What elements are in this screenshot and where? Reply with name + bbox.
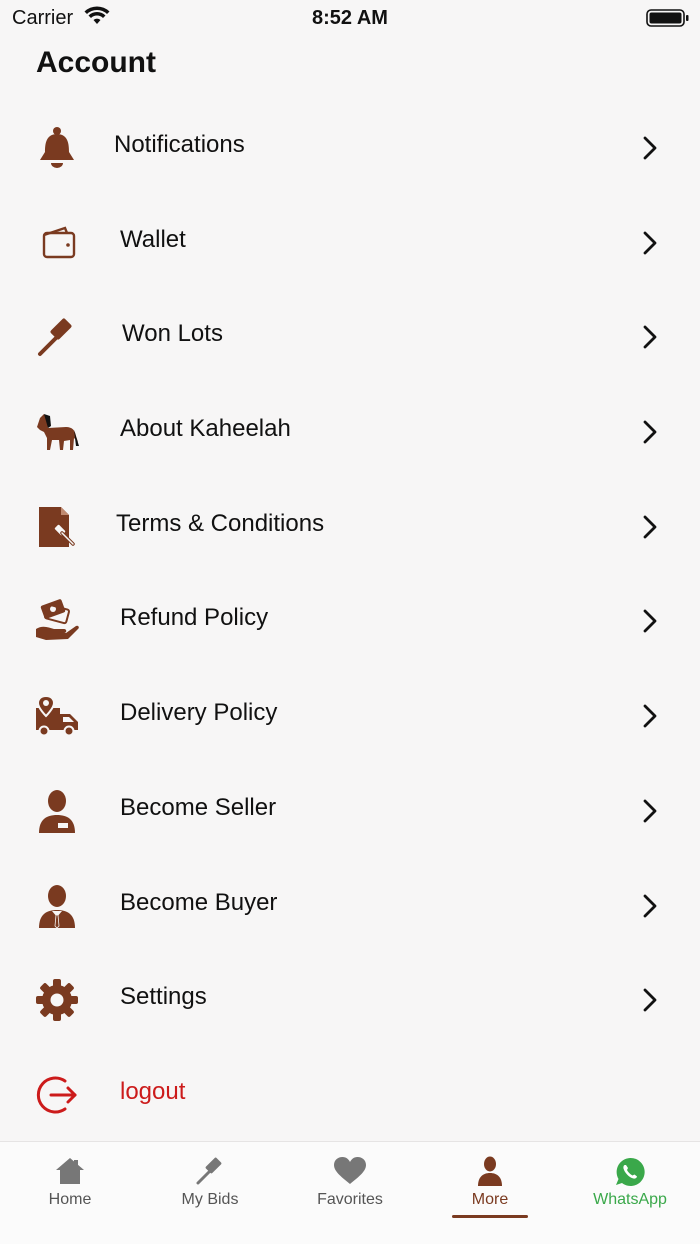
gear-icon <box>34 978 80 1022</box>
menu-item-won-lots[interactable]: Won Lots <box>0 289 700 384</box>
menu-item-refund[interactable]: Refund Policy <box>0 573 700 668</box>
tab-more[interactable]: More <box>420 1142 560 1232</box>
menu-item-label: Delivery Policy <box>120 699 278 727</box>
menu-item-become-seller[interactable]: Become Seller <box>0 763 700 858</box>
menu-item-label: Become Buyer <box>120 888 278 916</box>
menu-item-become-buyer[interactable]: Become Buyer <box>0 858 700 953</box>
menu-item-label: Won Lots <box>122 320 223 348</box>
menu-item-label: About Kaheelah <box>120 415 291 443</box>
tab-label: Favorites <box>317 1191 383 1208</box>
chevron-right-icon <box>640 230 660 256</box>
logout-icon <box>34 1073 80 1117</box>
chevron-right-icon <box>640 987 660 1013</box>
menu-item-label: Settings <box>120 983 207 1011</box>
menu-item-delivery[interactable]: Delivery Policy <box>0 668 700 763</box>
battery-icon <box>646 8 690 33</box>
clock: 8:52 AM <box>312 7 388 29</box>
document-gavel-icon <box>34 505 80 549</box>
menu-item-logout[interactable]: logout <box>0 1047 700 1142</box>
chevron-right-icon <box>640 893 660 919</box>
menu-item-label: Refund Policy <box>120 604 269 632</box>
menu-item-label: Notifications <box>114 131 245 158</box>
account-menu: Notifications Wallet Won Lots About Kahe… <box>0 100 700 1142</box>
tab-bar: Home My Bids Favorites More WhatsApp <box>0 1141 700 1244</box>
person-icon <box>420 1156 560 1188</box>
tab-home[interactable]: Home <box>0 1142 140 1232</box>
page-title: Account <box>36 46 156 79</box>
gavel-icon <box>140 1156 280 1188</box>
tab-label: More <box>471 1191 509 1208</box>
menu-item-notifications[interactable]: Notifications <box>0 100 700 195</box>
chevron-right-icon <box>640 324 660 350</box>
tab-whatsapp[interactable]: WhatsApp <box>560 1142 700 1232</box>
tab-label: Home <box>48 1191 92 1208</box>
horse-icon <box>34 410 80 454</box>
home-icon <box>0 1156 140 1188</box>
chevron-right-icon <box>640 514 660 540</box>
menu-item-terms[interactable]: Terms & Conditions <box>0 479 700 574</box>
menu-item-label: Terms & Conditions <box>116 509 325 537</box>
bell-icon <box>34 126 80 170</box>
tab-favorites[interactable]: Favorites <box>280 1142 420 1232</box>
tab-my-bids[interactable]: My Bids <box>140 1142 280 1232</box>
seller-icon <box>34 789 80 833</box>
whatsapp-icon <box>560 1156 700 1188</box>
menu-item-label: logout <box>120 1077 186 1105</box>
menu-item-about[interactable]: About Kaheelah <box>0 384 700 479</box>
chevron-right-icon <box>640 608 660 634</box>
chevron-right-icon <box>640 703 660 729</box>
gavel-icon <box>34 315 80 359</box>
tab-label: My Bids <box>181 1191 239 1208</box>
chevron-right-icon <box>640 419 660 445</box>
heart-icon <box>280 1156 420 1188</box>
wallet-icon <box>34 221 80 265</box>
delivery-truck-icon <box>34 694 80 738</box>
status-bar: Carrier 8:52 AM <box>0 0 700 36</box>
buyer-icon <box>34 884 80 928</box>
menu-item-label: Become Seller <box>120 793 277 821</box>
hand-money-icon <box>34 599 80 643</box>
tab-label: WhatsApp <box>593 1191 667 1208</box>
chevron-right-icon <box>640 135 660 161</box>
menu-item-label: Wallet <box>120 225 186 253</box>
chevron-right-icon <box>640 798 660 824</box>
active-tab-indicator <box>452 1215 528 1218</box>
menu-item-settings[interactable]: Settings <box>0 952 700 1047</box>
menu-item-wallet[interactable]: Wallet <box>0 195 700 290</box>
